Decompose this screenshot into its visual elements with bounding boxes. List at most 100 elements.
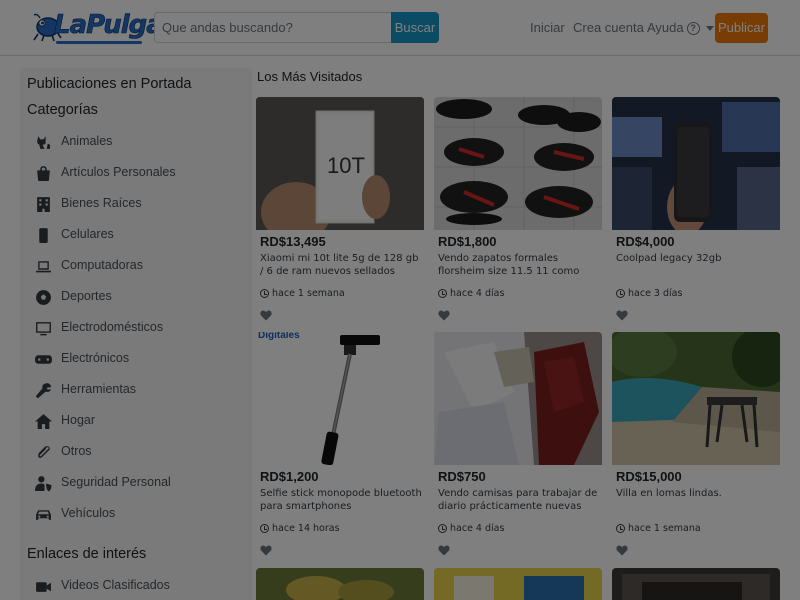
heart-icon[interactable] — [616, 543, 628, 556]
listing-image[interactable] — [612, 568, 780, 600]
sidebar-item-label: Vehículos — [61, 506, 116, 520]
listing-card[interactable]: RD$1,800 Vendo zapatos formales florshei… — [434, 97, 602, 325]
listing-price: RD$15,000 — [616, 469, 682, 484]
sidebar-item-otros[interactable]: Otros — [34, 441, 92, 463]
listing-time: hace 4 días — [438, 288, 504, 299]
nav-crea-cuenta-link[interactable]: Crea cuenta — [573, 20, 644, 36]
nav-ayuda-label: Ayuda — [647, 20, 684, 35]
listing-image[interactable] — [434, 332, 602, 465]
listing-title[interactable]: Villa en lomas lindas. — [616, 487, 778, 500]
logo-underline — [56, 41, 142, 44]
sidebar-item-label: Computadoras — [61, 258, 143, 272]
listing-title[interactable]: Vendo camisas para trabajar de diario pr… — [438, 487, 600, 513]
listing-time: hace 3 días — [616, 288, 682, 299]
listing-price: RD$1,800 — [438, 234, 497, 249]
search-button[interactable]: Buscar — [391, 12, 439, 43]
sidebar-item-bienes-raices[interactable]: Bienes Raíces — [34, 193, 142, 215]
caret-down-icon — [705, 25, 714, 31]
sidebar-item-videos-clasificados[interactable]: Videos Clasificados — [34, 575, 170, 597]
sidebar-item-label: Otros — [61, 444, 92, 458]
laptop-icon — [34, 257, 52, 275]
sidebar-item-articulos-personales[interactable]: Artículos Personales — [34, 162, 176, 184]
paperclip-icon — [34, 443, 52, 461]
question-circle-icon: ? — [686, 21, 700, 35]
listing-title[interactable]: Coolpad legacy 32gb — [616, 252, 778, 265]
listing-image[interactable] — [612, 97, 780, 230]
listing-price: RD$13,495 — [260, 234, 326, 249]
sidebar-item-celulares[interactable]: Celulares — [34, 224, 114, 246]
listing-card[interactable]: Digitales RD$1,200 Selfie stick monopode… — [256, 332, 424, 560]
sidebar-item-label: Deportes — [61, 289, 112, 303]
listing-time-text: hace 14 horas — [272, 523, 340, 534]
sidebar-item-herramientas[interactable]: Herramientas — [34, 379, 136, 401]
sidebar-item-vehiculos[interactable]: Vehículos — [34, 503, 115, 525]
heart-icon[interactable] — [260, 308, 272, 321]
listing-image[interactable] — [434, 568, 602, 600]
heart-icon[interactable] — [438, 543, 450, 556]
section-title-mas-visitados: Los Más Visitados — [257, 69, 363, 84]
listing-time: hace 14 horas — [260, 523, 340, 534]
sidebar-item-hogar[interactable]: Hogar — [34, 410, 95, 432]
mobile-phone-icon — [34, 226, 52, 244]
shopping-bag-icon — [34, 164, 52, 182]
sidebar-item-label: Animales — [61, 134, 113, 148]
listing-card[interactable]: RD$750 Vendo camisas para trabajar de di… — [434, 332, 602, 560]
listing-price: RD$1,200 — [260, 469, 319, 484]
cat-icon — [34, 133, 52, 151]
listing-title[interactable]: Vendo zapatos formales florsheim size 11… — [438, 252, 600, 278]
search-input[interactable] — [154, 12, 392, 43]
listing-image[interactable] — [612, 332, 780, 465]
sidebar-item-deportes[interactable]: Deportes — [34, 286, 112, 308]
listing-image[interactable] — [256, 568, 424, 600]
sidebar-item-label: Bienes Raíces — [61, 196, 142, 210]
clock-icon — [260, 289, 269, 298]
video-camera-icon — [34, 577, 52, 595]
nav-ayuda-dropdown[interactable]: Ayuda ? — [647, 20, 714, 36]
lapulga-logo[interactable]: LaPulga — [32, 9, 164, 45]
sidebar-item-label: Artículos Personales — [61, 165, 176, 179]
sidebar-item-seguridad-personal[interactable]: Seguridad Personal — [34, 472, 171, 494]
digitales-watermark: Digitales — [258, 332, 300, 341]
sidebar-item-label: Seguridad Personal — [61, 475, 171, 489]
listing-card[interactable]: RD$4,000 Coolpad legacy 32gb hace 3 días — [612, 97, 780, 325]
listing-card[interactable] — [256, 568, 424, 600]
listing-time-text: hace 3 días — [628, 288, 683, 299]
sidebar-item-label: Videos Clasificados — [61, 578, 170, 592]
clock-icon — [616, 289, 625, 298]
sidebar-enlaces-heading: Enlaces de interés — [27, 546, 147, 562]
heart-icon[interactable] — [260, 543, 272, 556]
listing-card[interactable] — [612, 568, 780, 600]
sidebar-item-computadoras[interactable]: Computadoras — [34, 255, 143, 277]
listing-card[interactable] — [434, 568, 602, 600]
sidebar-portada-link[interactable]: Publicaciones en Portada — [27, 76, 191, 92]
top-navbar: LaPulga Buscar Iniciar Crea cuenta Ayuda… — [0, 0, 800, 56]
sidebar-item-label: Hogar — [61, 413, 96, 427]
listing-title[interactable]: Xiaomi mi 10t lite 5g de 128 gb / 6 de r… — [260, 252, 422, 278]
listing-time-text: hace 1 semana — [272, 288, 345, 299]
nav-iniciar-link[interactable]: Iniciar — [530, 20, 565, 36]
listing-price: RD$750 — [438, 469, 486, 484]
car-icon — [34, 505, 52, 523]
listing-card[interactable]: 10T RD$13,495 Xiaomi mi 10t lite 5g de 1… — [256, 97, 424, 325]
tv-icon — [34, 319, 52, 337]
listing-title[interactable]: Selfie stick monopode bluetooth para sma… — [260, 487, 422, 513]
listing-time-text: hace 1 semana — [628, 523, 701, 534]
sidebar-item-electrodomesticos[interactable]: Electrodomésticos — [34, 317, 163, 339]
soccer-ball-icon — [34, 288, 52, 306]
listing-image[interactable]: 10T — [256, 97, 424, 230]
sidebar-item-electronicos[interactable]: Electrónicos — [34, 348, 129, 370]
publicar-button[interactable]: Publicar — [715, 13, 768, 43]
phone-box-label: 10T — [327, 153, 365, 178]
sidebar-item-animales[interactable]: Animales — [34, 131, 112, 153]
home-icon — [34, 412, 52, 430]
listing-price: RD$4,000 — [616, 234, 675, 249]
sidebar-item-label: Electrónicos — [61, 351, 130, 365]
heart-icon[interactable] — [616, 308, 628, 321]
listing-image[interactable]: Digitales — [256, 332, 424, 465]
heart-icon[interactable] — [438, 308, 450, 321]
listing-image[interactable] — [434, 97, 602, 230]
sidebar-categorias-heading: Categorías — [27, 102, 98, 118]
sidebar-item-label: Herramientas — [61, 382, 137, 396]
listing-card[interactable]: RD$15,000 Villa en lomas lindas. hace 1 … — [612, 332, 780, 560]
listing-time: hace 1 semana — [260, 288, 345, 299]
